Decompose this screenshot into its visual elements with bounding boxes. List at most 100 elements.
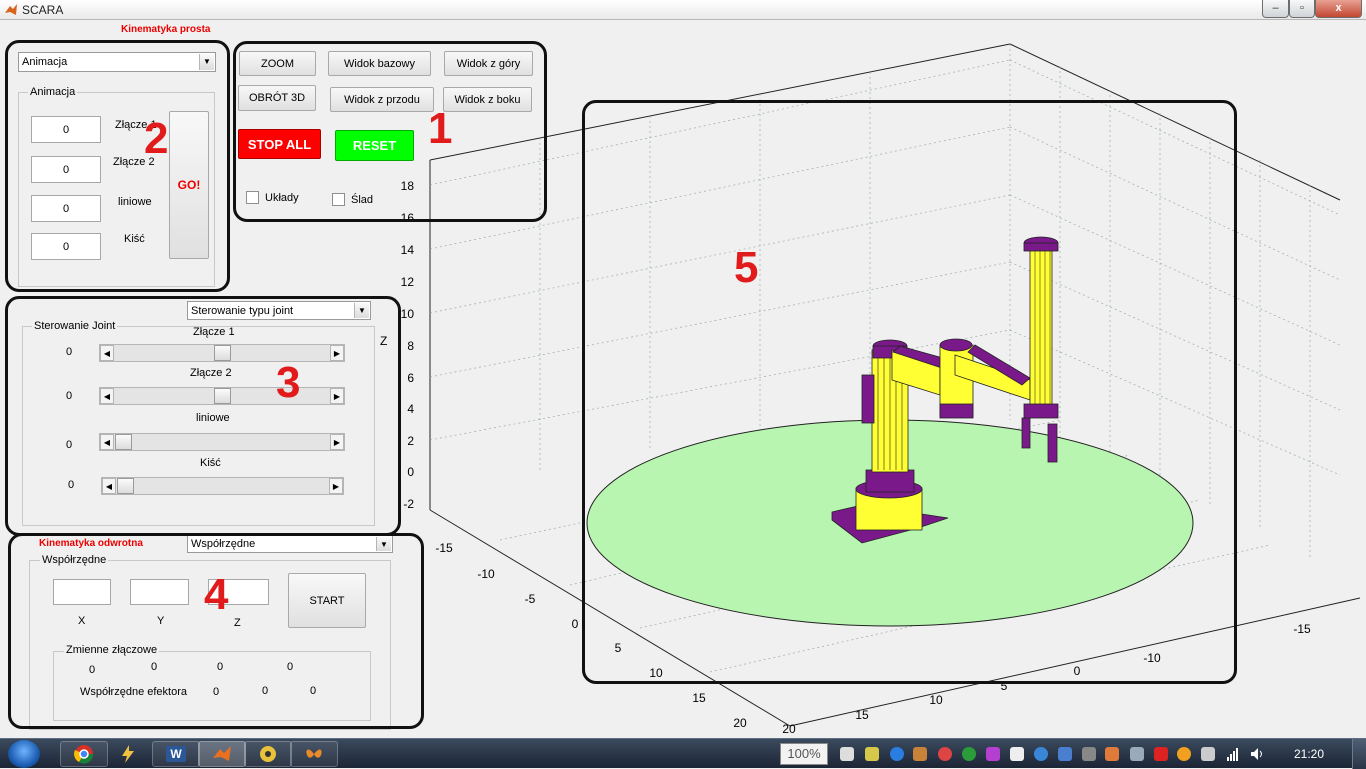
view-base-button[interactable]: Widok bazowy (328, 51, 431, 76)
close-button[interactable]: x (1315, 0, 1362, 18)
wrist-label: Kiść (124, 233, 145, 245)
speaker-muted-icon[interactable] (1105, 747, 1119, 761)
slider-thumb[interactable] (115, 434, 132, 450)
tray-icon[interactable] (913, 747, 927, 761)
go-button[interactable]: GO! (169, 111, 209, 259)
chevron-right-icon[interactable]: ▶ (329, 478, 343, 494)
tray-icon[interactable] (1177, 747, 1191, 761)
linear-label: liniowe (118, 196, 152, 208)
y-axis-ticks: -15 -10 -5 0 5 10 15 20 (782, 622, 1311, 736)
start-button[interactable] (8, 740, 40, 768)
network-icon[interactable] (1226, 747, 1240, 761)
matlab-icon (5, 4, 17, 15)
linear-slider[interactable]: ◀ ▶ (99, 433, 345, 451)
joint-variable-value: 0 (217, 661, 224, 673)
y-tick: 0 (1074, 664, 1081, 678)
checkbox-box[interactable] (246, 191, 259, 204)
chrome-taskbar-icon[interactable] (60, 741, 108, 767)
x-input[interactable] (53, 579, 111, 605)
joint1-slider[interactable]: ◀ ▶ (99, 344, 345, 362)
slider-thumb[interactable] (214, 388, 231, 404)
slider-thumb[interactable] (117, 478, 134, 494)
view-side-button[interactable]: Widok z boku (443, 87, 532, 112)
matlab-taskbar-icon[interactable] (198, 741, 246, 767)
zmienne-zlaczowe-title: Zmienne złączowe (64, 644, 160, 656)
trace-checkbox[interactable]: Ślad (332, 193, 373, 206)
utorrent-icon[interactable] (962, 747, 976, 761)
joint1-input[interactable]: 0 (31, 116, 101, 143)
view-top-button[interactable]: Widok z góry (444, 51, 533, 76)
x-tick: 10 (649, 666, 663, 680)
chevron-right-icon[interactable]: ▶ (330, 434, 344, 450)
ati-icon[interactable] (1154, 747, 1168, 761)
show-desktop-button[interactable] (1352, 739, 1366, 769)
chevron-right-icon[interactable]: ▶ (330, 388, 344, 404)
chevron-left-icon[interactable]: ◀ (102, 478, 116, 494)
app-taskbar-icon[interactable] (244, 741, 292, 767)
start-button[interactable]: START (288, 573, 366, 628)
chevron-right-icon[interactable]: ▶ (330, 345, 344, 361)
matlab-icon (213, 746, 231, 761)
volume-icon[interactable] (1250, 747, 1264, 761)
word-icon: W (166, 746, 186, 762)
coordinates-select[interactable]: Współrzędne ▼ (187, 535, 393, 553)
reset-button[interactable]: RESET (335, 130, 414, 161)
minimize-button[interactable]: – (1262, 0, 1289, 18)
z-tick: -2 (403, 497, 414, 511)
annotation-number-2: 2 (144, 114, 169, 163)
tray-icon[interactable] (1010, 747, 1024, 761)
z-tick: 12 (401, 275, 415, 289)
tray-icon[interactable] (938, 747, 952, 761)
frames-checkbox[interactable]: Układy (246, 191, 299, 204)
chevron-left-icon[interactable]: ◀ (100, 345, 114, 361)
tray-icon[interactable] (1130, 747, 1144, 761)
frames-checkbox-label: Układy (265, 191, 299, 204)
x-label: X (78, 615, 86, 627)
robot-3d-plot[interactable]: 18 16 14 12 10 8 6 4 2 0 -2 Z -15 -10 -5… (380, 21, 1366, 738)
zoom-button[interactable]: ZOOM (239, 51, 316, 76)
tray-icon[interactable] (1058, 747, 1072, 761)
y-input[interactable] (130, 579, 189, 605)
chevron-left-icon[interactable]: ◀ (100, 388, 114, 404)
app-taskbar-icon[interactable] (104, 741, 152, 767)
chevron-left-icon[interactable]: ◀ (100, 434, 114, 450)
tray-icon[interactable] (865, 747, 879, 761)
control-type-select[interactable]: Sterowanie typu joint ▼ (187, 301, 371, 320)
x-tick: 20 (733, 716, 747, 730)
y-tick: -15 (1293, 622, 1311, 636)
rotate-3d-button[interactable]: OBRÓT 3D (238, 85, 316, 111)
tray-icon[interactable] (1201, 747, 1215, 761)
slider-thumb[interactable] (214, 345, 231, 361)
efektor-value: 0 (262, 685, 269, 697)
slider2-value: 0 (66, 390, 73, 402)
lightning-icon (122, 745, 134, 763)
kinematyka-odwrotna-title: Kinematyka odwrotna (39, 538, 143, 549)
x-tick: -10 (477, 567, 495, 581)
clock[interactable]: 21:20 (1294, 747, 1324, 761)
word-taskbar-icon[interactable]: W (152, 741, 200, 767)
wrist-input[interactable]: 0 (31, 233, 101, 260)
stop-all-button[interactable]: STOP ALL (238, 129, 321, 159)
efektor-value: 0 (310, 685, 317, 697)
chevron-down-icon: ▼ (199, 54, 214, 70)
joint2-slider[interactable]: ◀ ▶ (99, 387, 345, 405)
wrist-slider[interactable]: ◀ ▶ (101, 477, 344, 495)
checkbox-box[interactable] (332, 193, 345, 206)
animation-mode-select[interactable]: Animacja ▼ (18, 52, 216, 72)
trace-checkbox-label: Ślad (351, 193, 374, 206)
steam-icon[interactable] (840, 747, 854, 761)
slider2-label: Złącze 2 (190, 367, 232, 379)
joint2-input[interactable]: 0 (31, 156, 101, 183)
tray-icon[interactable] (890, 747, 904, 761)
view-front-button[interactable]: Widok z przodu (330, 87, 434, 112)
tray-icon[interactable] (986, 747, 1000, 761)
coordinates-select-value: Współrzędne (191, 538, 256, 550)
linear-input[interactable]: 0 (31, 195, 101, 222)
app-taskbar-icon[interactable] (290, 741, 338, 767)
maximize-button[interactable]: ▫ (1289, 0, 1315, 18)
z-tick: 8 (407, 339, 414, 353)
tray-icon[interactable] (1082, 747, 1096, 761)
tray-icon[interactable] (1034, 747, 1048, 761)
x-tick: 0 (572, 617, 579, 631)
annotation-number-4: 4 (204, 570, 229, 619)
